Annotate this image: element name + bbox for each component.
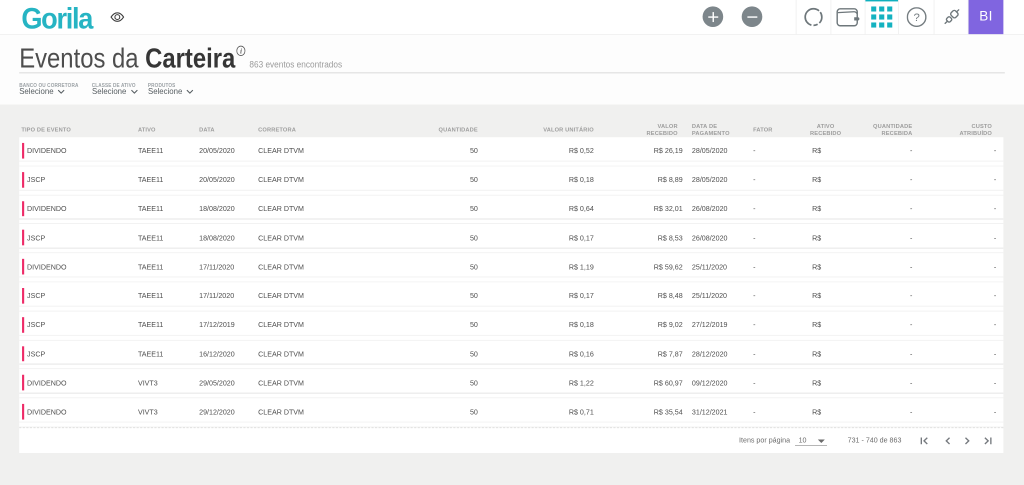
svg-text:i: i xyxy=(240,47,242,56)
svg-text:?: ? xyxy=(913,12,919,24)
